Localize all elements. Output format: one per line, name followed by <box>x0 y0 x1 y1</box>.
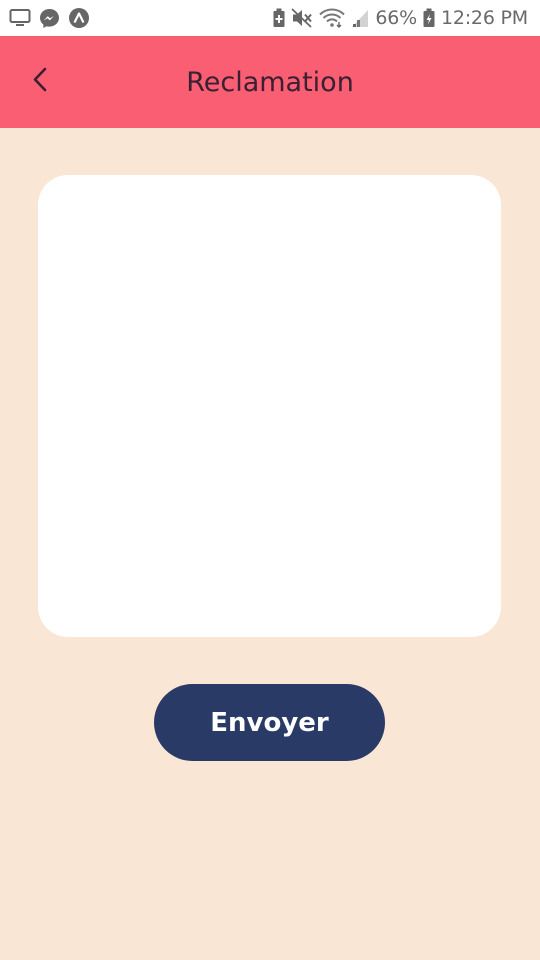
wifi-icon <box>319 8 346 28</box>
reclamation-message-input[interactable] <box>38 175 501 637</box>
send-button-label: Envoyer <box>210 707 329 738</box>
status-bar: 66% 12:26 PM <box>0 0 540 36</box>
app-header: Reclamation <box>0 36 540 128</box>
signal-icon <box>351 8 369 28</box>
battery-icon <box>423 8 435 28</box>
screen-cast-icon <box>9 8 31 28</box>
battery-percent: 66% <box>375 7 417 29</box>
status-time: 12:26 PM <box>440 7 528 29</box>
status-bar-right: 66% 12:26 PM <box>267 7 528 29</box>
send-button[interactable]: Envoyer <box>154 684 385 761</box>
page-title: Reclamation <box>186 67 354 98</box>
mute-icon <box>291 8 313 28</box>
status-bar-left <box>9 7 98 29</box>
battery-saver-icon <box>273 8 285 28</box>
messenger-icon <box>39 8 60 29</box>
expo-icon <box>68 7 90 29</box>
